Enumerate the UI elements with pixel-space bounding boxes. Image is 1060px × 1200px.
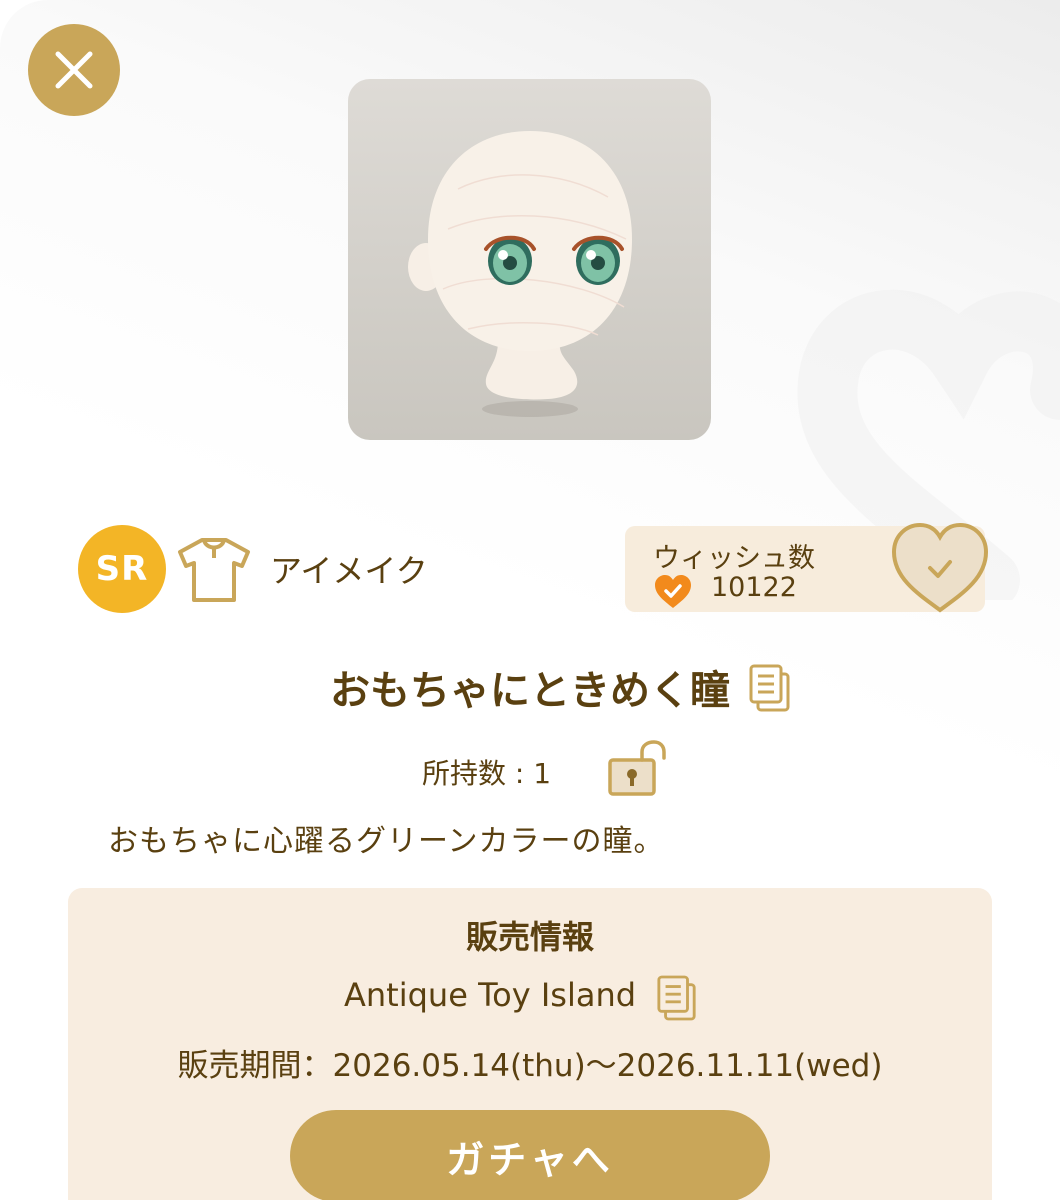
close-icon	[55, 51, 93, 89]
copy-icon[interactable]	[748, 664, 792, 712]
category-label: アイメイク	[270, 552, 428, 590]
wishlist-count: 10122	[711, 572, 797, 603]
heart-check-icon	[655, 575, 691, 608]
owned-count: 所持数 : 1	[422, 757, 552, 790]
go-to-gacha-label: ガチャへ	[446, 1137, 614, 1182]
item-name: おもちゃにときめく瞳	[0, 658, 1060, 716]
close-button[interactable]	[28, 24, 120, 116]
unlock-icon[interactable]	[606, 740, 670, 798]
sale-info-title: 販売情報	[0, 912, 1060, 958]
rarity-badge: SR	[78, 525, 166, 613]
item-name-text: おもちゃにときめく瞳	[330, 668, 730, 714]
copy-icon[interactable]	[656, 974, 698, 1022]
sale-period-text: 販売期間：2026.05.14(thu)〜2026.11.11(wed)	[177, 1048, 883, 1084]
go-to-gacha-button[interactable]: ガチャへ	[290, 1110, 770, 1200]
sale-period: 販売期間：2026.05.14(thu)〜2026.11.11(wed)	[0, 1040, 1060, 1085]
shirt-icon	[178, 538, 250, 602]
mannequin-head-illustration	[408, 131, 632, 417]
item-detail-sheet: SR アイメイク ウィッシュ数 10122 おもちゃにときめく瞳 所持数 : 1…	[0, 0, 1060, 1200]
rarity-label: SR	[95, 549, 149, 589]
item-preview-image	[348, 79, 711, 440]
gacha-name: Antique Toy Island	[344, 976, 637, 1014]
sale-info-title-text: 販売情報	[465, 918, 594, 956]
item-description: おもちゃに心躍るグリーンカラーの瞳。	[108, 824, 665, 859]
wishlist-heart-button[interactable]	[888, 520, 992, 616]
wishlist-label: ウィッシュ数	[653, 543, 815, 574]
